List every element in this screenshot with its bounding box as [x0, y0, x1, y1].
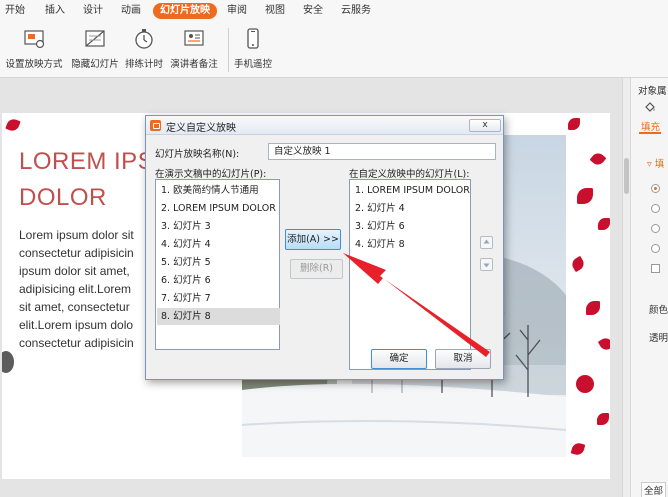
- list-item[interactable]: 2. 幻灯片 4: [354, 200, 468, 217]
- toolbar-separator: [228, 28, 229, 72]
- fill-option-radio[interactable]: [651, 244, 660, 253]
- hide-slide-icon: [85, 30, 105, 47]
- presenter-notes-icon: [184, 30, 204, 46]
- rose-petal-decoration: [589, 150, 607, 168]
- rose-petal-decoration: [577, 188, 593, 204]
- rose-petal-decoration: [5, 117, 21, 133]
- scrollbar-thumb[interactable]: [624, 158, 629, 194]
- move-up-button[interactable]: [480, 236, 493, 249]
- rehearse-timing-label: 排练计时: [124, 59, 163, 70]
- color-label: 颜色: [649, 305, 668, 316]
- show-name-input[interactable]: 自定义放映 1: [268, 143, 496, 160]
- body-line: adipisicing elit.Lorem: [19, 282, 132, 296]
- hide-slide-label: 隐藏幻灯片: [71, 59, 119, 70]
- tab-view[interactable]: 视图: [265, 3, 285, 19]
- move-down-button[interactable]: [480, 258, 493, 271]
- active-tab-underline: [639, 132, 661, 134]
- panel-title: 对象属: [638, 86, 667, 97]
- fill-option-radio[interactable]: [651, 184, 660, 193]
- list-item[interactable]: 6. 幻灯片 6: [160, 272, 277, 289]
- list-item[interactable]: 3. 幻灯片 3: [160, 218, 277, 235]
- fill-section-header[interactable]: ▿ 填: [647, 156, 664, 170]
- list-item-selected[interactable]: 8. 幻灯片 8: [157, 308, 280, 325]
- slide-body-text[interactable]: Lorem ipsum dolor sit consectetur adipis…: [19, 226, 147, 352]
- presenter-notes-button[interactable]: 演讲者备注: [168, 26, 220, 70]
- body-line: elit.Lorem ipsum dolo: [19, 318, 134, 332]
- body-line: ipsum dolor sit amet,: [19, 264, 130, 278]
- rose-petal-decoration: [598, 218, 610, 230]
- slide-title-line-1: LOREM IPS: [19, 148, 155, 175]
- custom-show-slides-list[interactable]: 1. LOREM IPSUM DOLOR 2. 幻灯片 4 3. 幻灯片 6 4…: [349, 179, 471, 370]
- close-button[interactable]: x: [469, 119, 501, 132]
- transparency-label: 透明: [649, 333, 668, 344]
- fill-option-checkbox[interactable]: [651, 264, 660, 273]
- presenter-notes-label: 演讲者备注: [170, 59, 218, 70]
- vertical-scrollbar[interactable]: [622, 78, 630, 497]
- right-list-label: 在自定义放映中的幻灯片(L):: [349, 169, 470, 180]
- tab-animation[interactable]: 动画: [121, 3, 141, 19]
- rehearse-timing-button[interactable]: 排练计时: [124, 26, 164, 70]
- list-item[interactable]: 4. 幻灯片 4: [160, 236, 277, 253]
- rose-petal-decoration: [597, 413, 609, 425]
- arrow-down-icon: [483, 263, 490, 268]
- list-item[interactable]: 2. LOREM IPSUM DOLOR: [160, 200, 277, 217]
- list-item[interactable]: 5. 幻灯片 5: [160, 254, 277, 271]
- rose-decoration: [576, 375, 594, 393]
- panel-tab-fill[interactable]: 填充: [641, 119, 660, 133]
- remove-button[interactable]: 删除(R): [290, 259, 343, 279]
- bottom-dropdown[interactable]: 全部: [641, 482, 667, 497]
- rose-petal-decoration: [568, 118, 580, 130]
- stopwatch-icon: [135, 29, 153, 49]
- list-item[interactable]: 1. 欧美简约情人节通用: [160, 182, 277, 199]
- body-line: Lorem ipsum dolor sit: [19, 228, 134, 242]
- arrow-up-icon: [483, 239, 490, 244]
- phone-remote-label: 手机遥控: [233, 59, 272, 70]
- left-list-label: 在演示文稿中的幻灯片(P):: [155, 169, 267, 180]
- cancel-button[interactable]: 取消: [435, 349, 491, 369]
- body-line: consectetur adipisicin: [19, 336, 134, 350]
- slideshow-settings-icon: [24, 30, 45, 49]
- slide-title[interactable]: LOREM IPS DOLOR: [19, 144, 154, 216]
- list-item[interactable]: 3. 幻灯片 6: [354, 218, 468, 235]
- tab-security[interactable]: 安全: [303, 3, 323, 19]
- rose-decoration: [2, 351, 14, 373]
- body-line: consectetur adipisicin: [19, 246, 134, 260]
- dialog-title: 定义自定义放映: [166, 123, 236, 134]
- hide-slide-button[interactable]: 隐藏幻灯片: [70, 26, 120, 70]
- show-name-label: 幻灯片放映名称(N):: [155, 149, 240, 160]
- rose-petal-decoration: [586, 301, 600, 315]
- rose-petal-decoration: [597, 335, 610, 353]
- presentation-slides-list[interactable]: 1. 欧美简约情人节通用 2. LOREM IPSUM DOLOR 3. 幻灯片…: [155, 179, 280, 350]
- tab-cloud-service[interactable]: 云服务: [341, 3, 371, 19]
- slide-title-line-2: DOLOR: [19, 184, 107, 211]
- rose-petal-decoration: [570, 441, 586, 457]
- menu-bar: 开始 插入 设计 动画 幻灯片放映 审阅 视图 安全 云服务: [0, 0, 668, 22]
- fill-option-radio[interactable]: [651, 204, 660, 213]
- body-line: sit amet, consectetur: [19, 300, 130, 314]
- tab-review[interactable]: 审阅: [227, 3, 247, 19]
- custom-show-dialog: 定义自定义放映 x 幻灯片放映名称(N): 自定义放映 1 在演示文稿中的幻灯片…: [145, 115, 504, 380]
- setup-show-label: 设置放映方式: [5, 59, 63, 70]
- list-item[interactable]: 4. 幻灯片 8: [354, 236, 468, 253]
- tab-home[interactable]: 开始: [5, 3, 25, 19]
- fill-option-radio[interactable]: [651, 224, 660, 233]
- ribbon-toolbar: 设置放映方式 隐藏幻灯片 排练计时 演讲者备注 手机遥控: [0, 22, 668, 78]
- setup-show-button[interactable]: 设置放映方式: [5, 26, 63, 70]
- object-properties-panel: 对象属 填充 ▿ 填 颜色 透明 全部: [630, 78, 668, 497]
- add-button[interactable]: 添加(A) >>: [285, 229, 341, 250]
- tab-design[interactable]: 设计: [83, 3, 103, 19]
- wps-presentation-icon: [150, 120, 161, 131]
- list-item[interactable]: 7. 幻灯片 7: [160, 290, 277, 307]
- list-item[interactable]: 1. LOREM IPSUM DOLOR: [354, 182, 470, 199]
- tab-insert[interactable]: 插入: [45, 3, 65, 19]
- fill-bucket-icon[interactable]: [643, 100, 657, 114]
- ok-button[interactable]: 确定: [371, 349, 427, 369]
- dialog-titlebar[interactable]: 定义自定义放映 x: [146, 116, 503, 135]
- rose-petal-decoration: [569, 255, 587, 273]
- phone-icon: [247, 28, 259, 49]
- tab-slideshow[interactable]: 幻灯片放映: [153, 3, 217, 19]
- phone-remote-button[interactable]: 手机遥控: [233, 26, 273, 70]
